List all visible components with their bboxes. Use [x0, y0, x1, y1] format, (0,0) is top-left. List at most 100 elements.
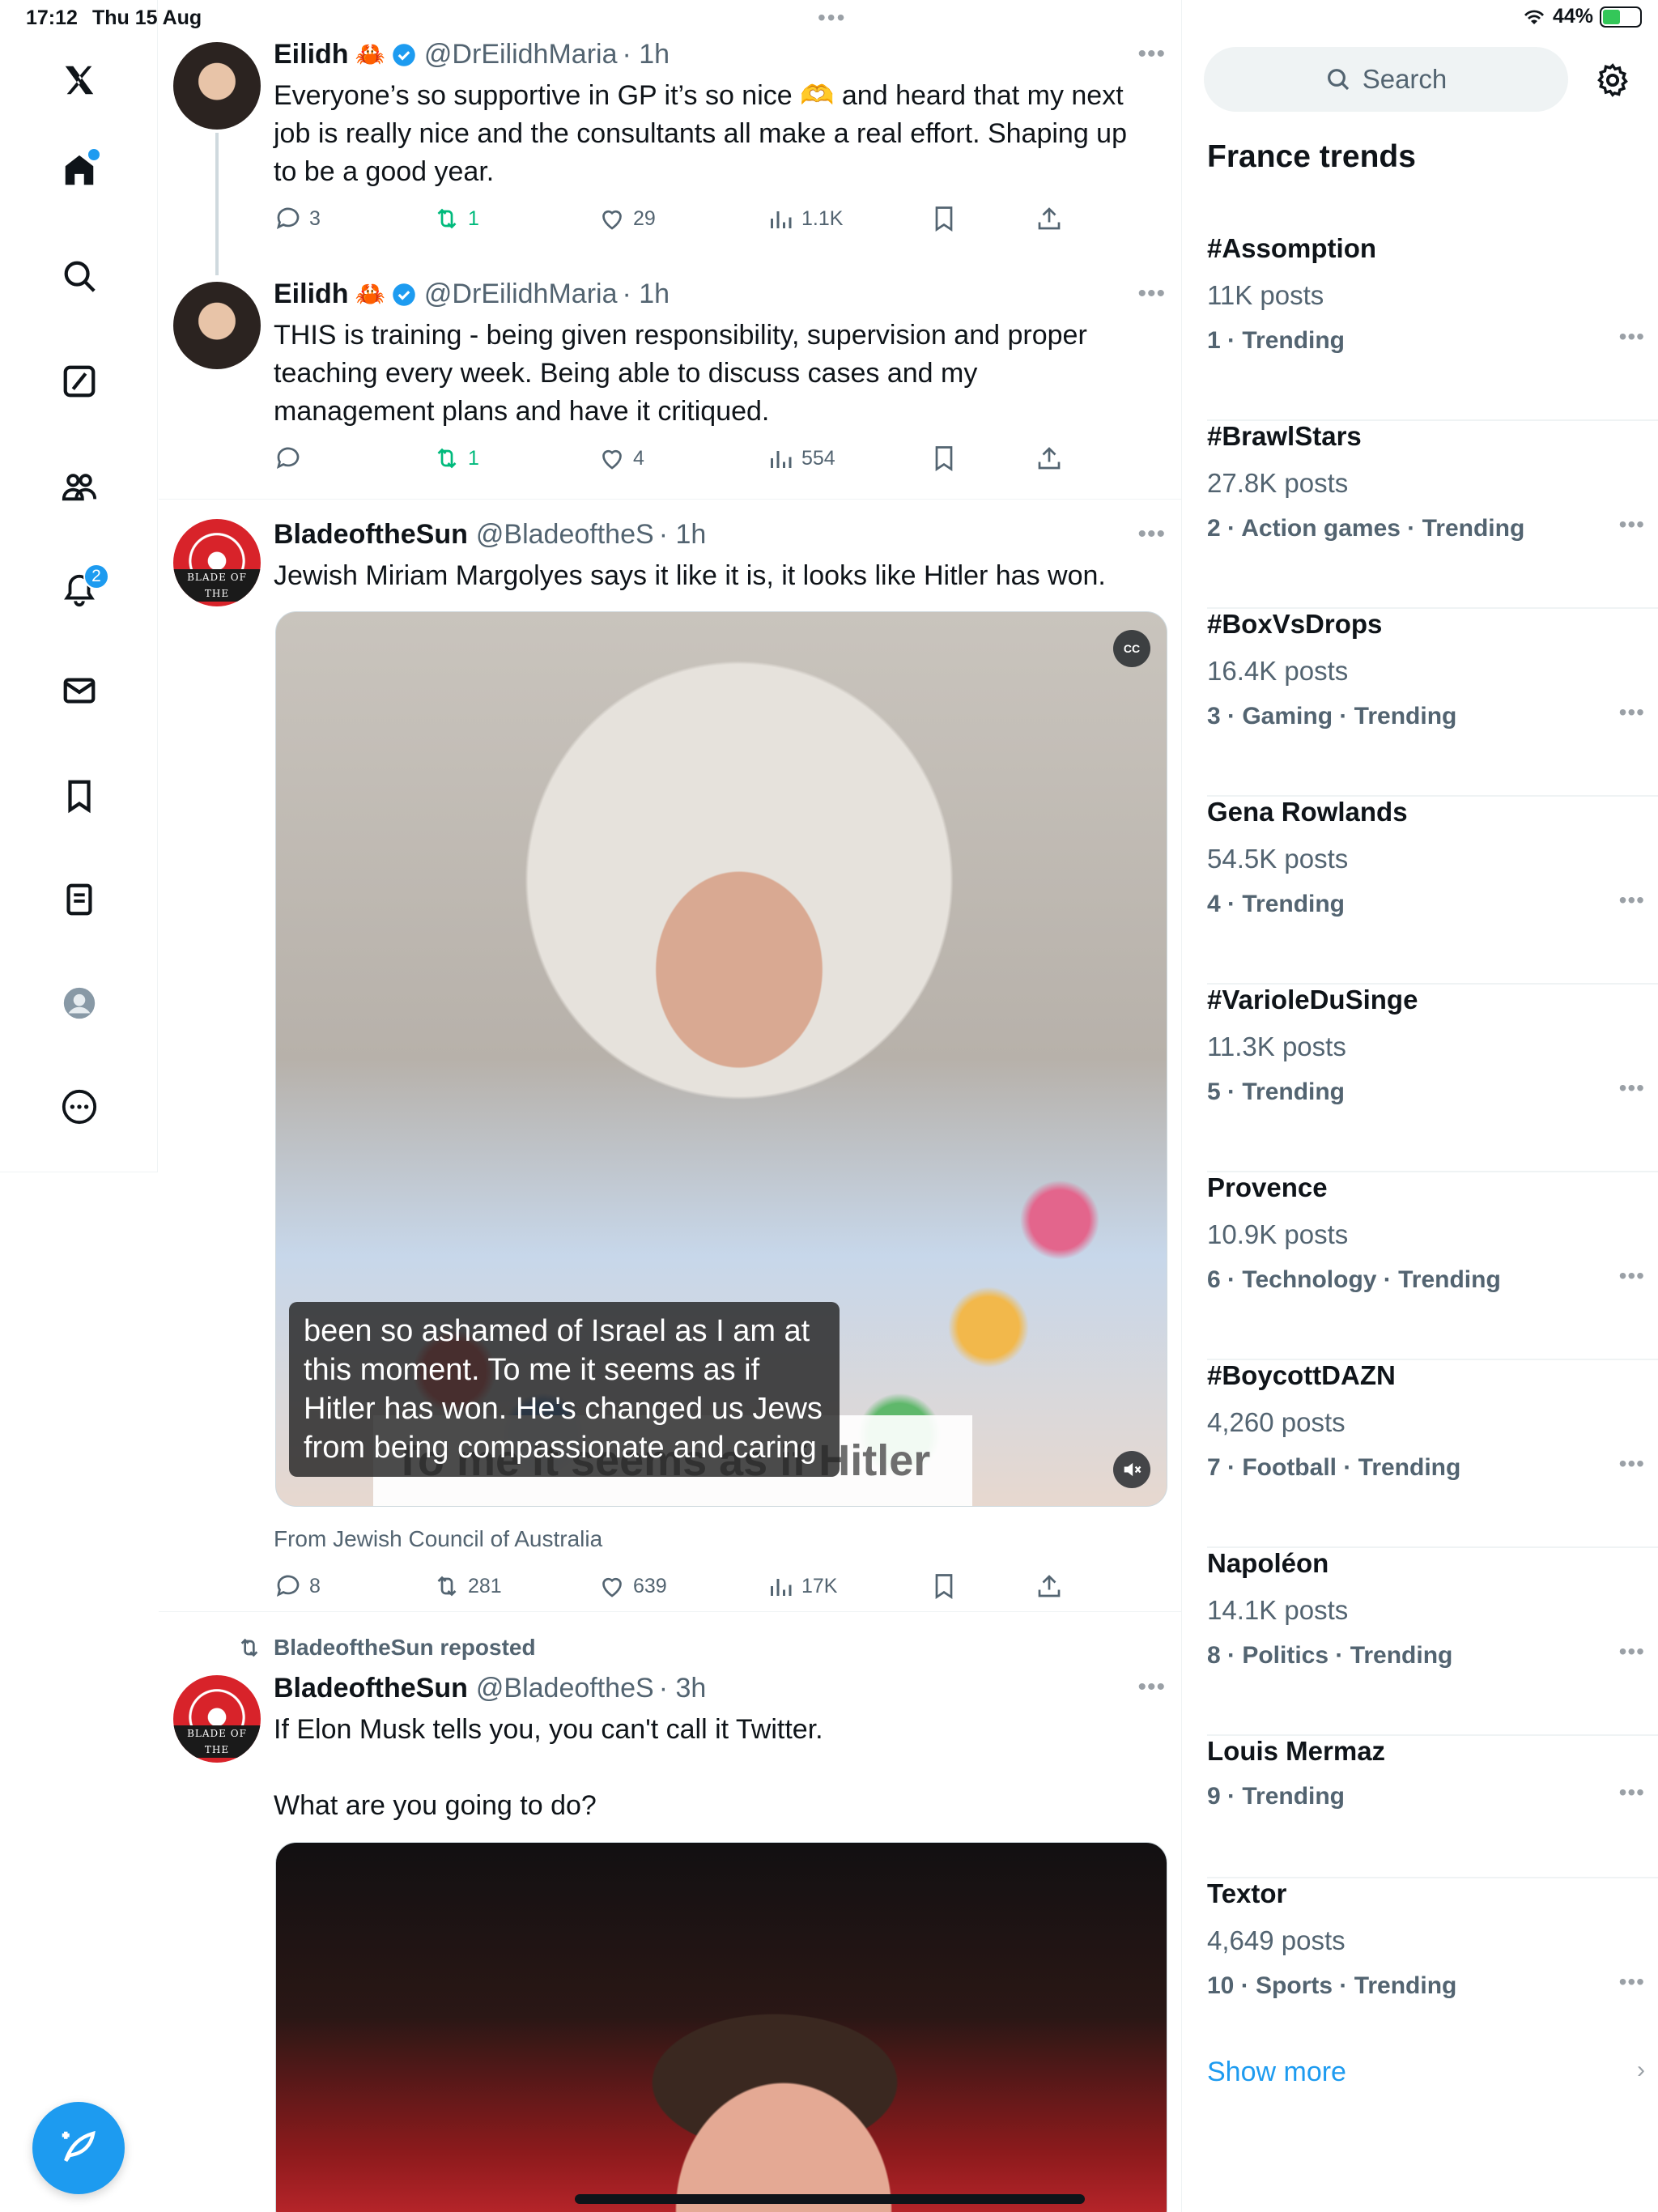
- home-indicator[interactable]: [575, 2194, 1085, 2204]
- tweet-time: · 1h: [658, 519, 707, 550]
- author-name[interactable]: Eilidh: [274, 279, 349, 310]
- author-handle[interactable]: @BladeoftheS: [476, 519, 654, 551]
- trend-more-icon[interactable]: •••: [1619, 324, 1645, 350]
- trend-item[interactable]: #BrawlStars 27.8K posts 2 · Action games…: [1207, 421, 1658, 609]
- x-logo-icon[interactable]: [53, 53, 106, 107]
- trend-more-icon[interactable]: •••: [1619, 512, 1645, 538]
- captions-button[interactable]: CC: [1113, 630, 1150, 667]
- tweet-image[interactable]: [275, 1842, 1167, 2212]
- avatar[interactable]: BLADE OF THE: [173, 1675, 261, 1763]
- search-bar[interactable]: Search: [1204, 47, 1568, 112]
- avatar[interactable]: [173, 42, 261, 130]
- tweet-more-icon[interactable]: •••: [1137, 521, 1166, 548]
- trend-item[interactable]: #BoycottDAZN 4,260 posts 7 · Football · …: [1207, 1360, 1658, 1548]
- verified-badge-icon: [393, 283, 415, 306]
- trend-more-icon[interactable]: •••: [1619, 1639, 1645, 1665]
- tweet-time: · 3h: [658, 1673, 707, 1704]
- tweet-more-icon[interactable]: •••: [1137, 280, 1166, 308]
- profile-avatar-icon[interactable]: [53, 976, 106, 1030]
- lists-icon[interactable]: [53, 873, 106, 926]
- show-more-link[interactable]: Show more: [1207, 2057, 1346, 2088]
- reply-button[interactable]: [274, 439, 309, 478]
- author-name[interactable]: BladeoftheSun: [274, 1673, 468, 1704]
- tweet-actions: 1 4 554: [274, 439, 1132, 478]
- trend-item[interactable]: Gena Rowlands 54.5K posts 4 · Trending •…: [1207, 797, 1658, 985]
- home-icon[interactable]: [53, 144, 106, 198]
- repost-button[interactable]: 1: [432, 439, 479, 478]
- author-name[interactable]: BladeoftheSun: [274, 519, 468, 551]
- tweet[interactable]: Eilidh 🦀 @DrEilidhMaria · 1h ••• THIS is…: [159, 243, 1181, 499]
- bookmark-button[interactable]: [929, 1567, 959, 1606]
- tweet-text: THIS is training - being given responsib…: [274, 320, 1095, 427]
- views-button[interactable]: 1.1K: [766, 199, 843, 238]
- tweet-more-icon[interactable]: •••: [1137, 40, 1166, 68]
- author-handle[interactable]: @DrEilidhMaria: [424, 39, 618, 70]
- trend-meta: 8 · Politics · Trending: [1207, 1642, 1453, 1669]
- tweet[interactable]: Eilidh 🦀 @DrEilidhMaria · 1h ••• Everyon…: [159, 0, 1181, 275]
- share-icon: [1038, 1575, 1061, 1597]
- trend-name: #BoxVsDrops: [1207, 609, 1383, 639]
- repost-button[interactable]: 1: [432, 199, 479, 238]
- repost-button[interactable]: 281: [432, 1567, 502, 1606]
- author-name[interactable]: Eilidh: [274, 39, 349, 70]
- trend-more-icon[interactable]: •••: [1619, 1451, 1645, 1477]
- video-subtitle: been so ashamed of Israel as I am at thi…: [289, 1302, 840, 1477]
- search-icon[interactable]: [53, 249, 106, 303]
- like-button[interactable]: 4: [597, 439, 644, 478]
- trend-posts: 16.4K posts: [1207, 656, 1349, 686]
- tweet[interactable]: BladeoftheSun reposted BLADE OF THE Blad…: [159, 1612, 1181, 2212]
- trend-more-icon[interactable]: •••: [1619, 700, 1645, 725]
- trend-more-icon[interactable]: •••: [1619, 1780, 1645, 1806]
- share-button[interactable]: [1035, 1567, 1064, 1606]
- trend-item[interactable]: Textor 4,649 posts 10 · Sports · Trendin…: [1207, 1878, 1658, 2040]
- trend-more-icon[interactable]: •••: [1619, 1969, 1645, 1995]
- bookmark-button[interactable]: [929, 199, 959, 238]
- repost-count: 1: [468, 446, 479, 470]
- views-button[interactable]: 17K: [766, 1567, 837, 1606]
- trend-meta: 4 · Trending: [1207, 891, 1346, 917]
- crab-emoji: 🦀: [355, 41, 385, 68]
- like-button[interactable]: 29: [597, 199, 656, 238]
- speaker-muted-icon: [1124, 1462, 1141, 1477]
- avatar[interactable]: BLADE OF THE: [173, 519, 261, 606]
- right-sidebar: Search France trends #Assomption 11K pos…: [1183, 0, 1658, 2212]
- grok-icon[interactable]: [53, 355, 106, 408]
- left-nav: 2: [0, 0, 158, 1172]
- trend-more-icon[interactable]: •••: [1619, 1263, 1645, 1289]
- trend-item[interactable]: Louis Mermaz 9 · Trending •••: [1207, 1736, 1658, 1878]
- trend-item[interactable]: #Assomption 11K posts 1 · Trending •••: [1207, 233, 1658, 421]
- trend-name: Gena Rowlands: [1207, 797, 1408, 827]
- share-button[interactable]: [1035, 439, 1064, 478]
- compose-post-button[interactable]: [32, 2102, 125, 2194]
- messages-envelope-icon[interactable]: [53, 664, 106, 717]
- trend-item[interactable]: Provence 10.9K posts 6 · Technology · Tr…: [1207, 1172, 1658, 1360]
- trend-more-icon[interactable]: •••: [1619, 887, 1645, 913]
- avatar[interactable]: [173, 282, 261, 369]
- tweet[interactable]: BLADE OF THE BladeoftheSun @BladeoftheS …: [159, 500, 1181, 1609]
- repost-label[interactable]: BladeoftheSun reposted: [274, 1635, 536, 1661]
- author-handle[interactable]: @BladeoftheS: [476, 1673, 654, 1704]
- reply-icon: [276, 1575, 300, 1597]
- author-handle[interactable]: @DrEilidhMaria: [424, 279, 618, 310]
- trend-item[interactable]: #VarioleDuSinge 11.3K posts 5 · Trending…: [1207, 985, 1658, 1172]
- trend-item[interactable]: #BoxVsDrops 16.4K posts 3 · Gaming · Tre…: [1207, 609, 1658, 797]
- media-source[interactable]: From Jewish Council of Australia: [274, 1526, 602, 1552]
- settings-gear-icon[interactable]: [1594, 62, 1631, 99]
- communities-icon[interactable]: [53, 460, 106, 513]
- share-button[interactable]: [1035, 199, 1064, 238]
- search-placeholder: Search: [1362, 64, 1448, 94]
- trend-posts: 4,649 posts: [1207, 1925, 1346, 1955]
- more-options-icon[interactable]: [53, 1080, 106, 1134]
- bookmarks-icon[interactable]: [53, 769, 106, 823]
- notifications-bell-icon[interactable]: 2: [53, 564, 109, 617]
- reply-button[interactable]: 3: [274, 199, 321, 238]
- tweet-more-icon[interactable]: •••: [1137, 1674, 1166, 1701]
- video-player[interactable]: CC To me it seems as if Hitler been so a…: [275, 611, 1167, 1507]
- bookmark-button[interactable]: [929, 439, 959, 478]
- like-button[interactable]: 639: [597, 1567, 667, 1606]
- views-button[interactable]: 554: [766, 439, 835, 478]
- trend-item[interactable]: Napoléon 14.1K posts 8 · Politics · Tren…: [1207, 1548, 1658, 1736]
- reply-button[interactable]: 8: [274, 1567, 321, 1606]
- mute-button[interactable]: [1113, 1451, 1150, 1488]
- trend-more-icon[interactable]: •••: [1619, 1075, 1645, 1101]
